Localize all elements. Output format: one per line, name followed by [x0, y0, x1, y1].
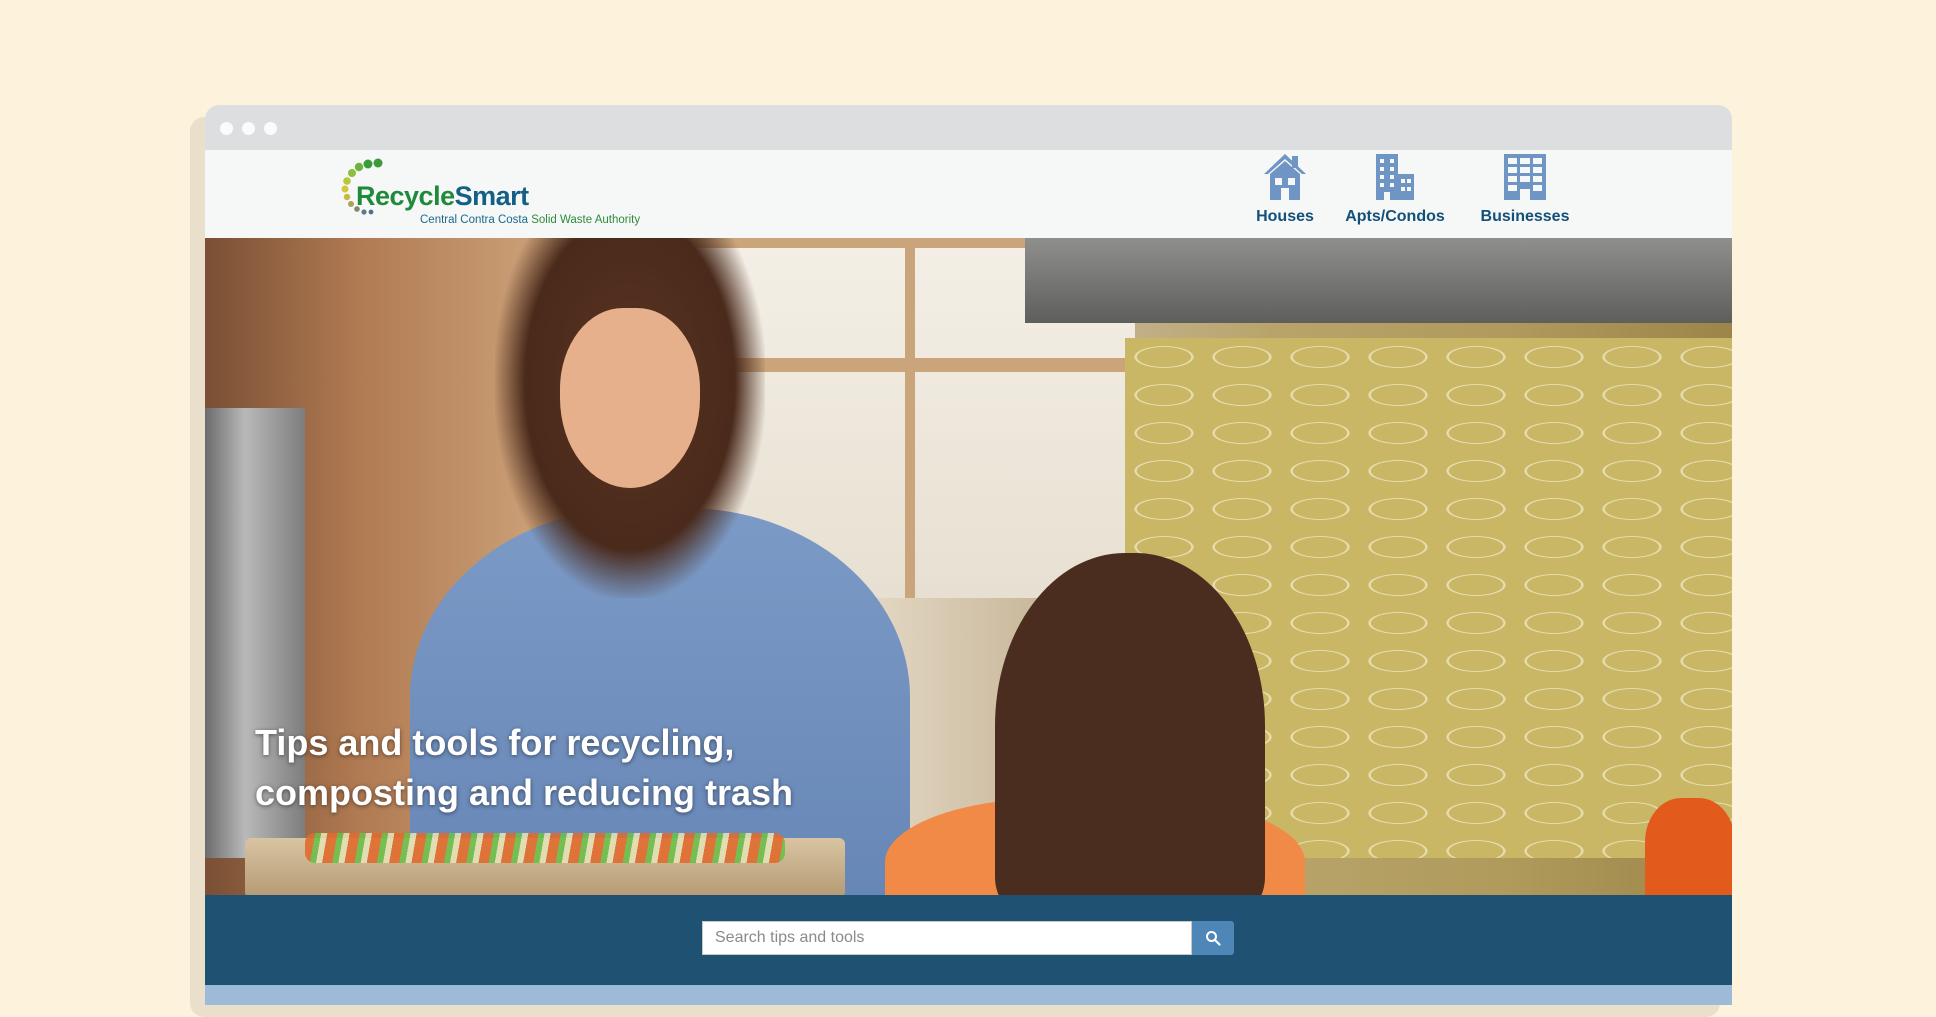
site-header: RecycleSmart Central Contra Costa Solid … — [205, 150, 1732, 239]
hero-headline-line-2: composting and reducing trash — [255, 772, 794, 813]
house-icon — [1264, 154, 1306, 200]
hero-woman-face — [560, 308, 700, 488]
window-dot-zoom[interactable] — [264, 122, 277, 135]
logo-wordmark: RecycleSmart — [356, 181, 529, 211]
browser-window: RecycleSmart Central Contra Costa Solid … — [205, 105, 1732, 1005]
apartment-building-icon — [1376, 154, 1414, 200]
search-icon — [1206, 931, 1221, 946]
window-dot-close[interactable] — [220, 122, 233, 135]
nav-label-apts-condos: Apts/Condos — [1345, 208, 1445, 225]
hero-girl-hair — [995, 553, 1265, 895]
search-button[interactable] — [1192, 921, 1234, 955]
window-dot-minimize[interactable] — [242, 122, 255, 135]
search-input[interactable] — [702, 921, 1192, 955]
hero-banner: Tips and tools for recycling, composting… — [205, 238, 1732, 895]
office-building-icon — [1504, 154, 1546, 200]
nav-label-houses: Houses — [1256, 208, 1314, 225]
logo-tagline: Central Contra Costa Solid Waste Authori… — [420, 214, 641, 226]
recyclesmart-logo[interactable]: RecycleSmart Central Contra Costa Solid … — [338, 158, 658, 228]
nav-item-apts-condos[interactable]: Apts/Condos — [1335, 152, 1455, 226]
content-strip — [205, 985, 1732, 1005]
hero-kettle — [1645, 798, 1732, 895]
hero-range-hood — [1025, 238, 1732, 323]
nav-item-houses[interactable]: Houses — [1245, 152, 1325, 226]
nav-label-businesses: Businesses — [1480, 208, 1570, 225]
browser-titlebar — [205, 105, 1732, 150]
nav-item-businesses[interactable]: Businesses — [1465, 152, 1585, 226]
hero-headline: Tips and tools for recycling, composting… — [255, 718, 955, 818]
hero-vegetables — [305, 833, 785, 863]
search-band — [205, 895, 1732, 985]
hero-headline-line-1: Tips and tools for recycling, — [255, 722, 735, 763]
